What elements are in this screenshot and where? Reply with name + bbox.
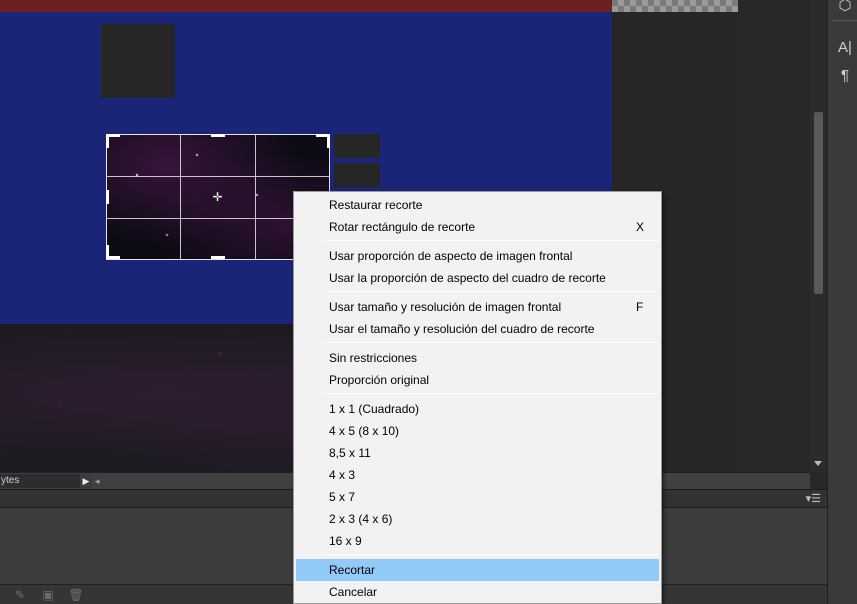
collapsed-panel-dock: ⬡ A| ¶	[827, 0, 857, 604]
vertical-scrollbar[interactable]	[810, 0, 827, 472]
menu-shortcut: X	[636, 220, 645, 234]
crop-grid-line	[255, 135, 256, 259]
menu-item-proporcion-cuadro-recorte[interactable]: Usar la proporción de aspecto del cuadro…	[296, 267, 659, 289]
menu-item-label: 1 x 1 (Cuadrado)	[329, 402, 420, 416]
menu-item-16x9[interactable]: 16 x 9	[296, 530, 659, 552]
character-icon[interactable]: A|	[834, 38, 856, 58]
menu-item-label: 2 x 3 (4 x 6)	[329, 512, 393, 526]
3d-cube-icon[interactable]: ⬡	[834, 0, 856, 16]
arrow-left-icon[interactable]: ◂	[95, 474, 100, 488]
menu-item-proporcion-imagen-frontal[interactable]: Usar proporción de aspecto de imagen fro…	[296, 245, 659, 267]
menu-item-tamano-imagen-frontal[interactable]: Usar tamaño y resolución de imagen front…	[296, 296, 659, 318]
dock-divider	[832, 20, 857, 21]
brush-icon[interactable]: ✎	[12, 588, 28, 602]
menu-item-label: Proporción original	[329, 373, 430, 387]
menu-item-rotar-rectangulo[interactable]: Rotar rectángulo de recorte X	[296, 216, 659, 238]
panel-menu-icon[interactable]: ▾☰	[806, 492, 821, 506]
placeholder-block-small-1	[334, 134, 380, 158]
menu-separator	[325, 342, 658, 343]
play-right-icon[interactable]: ▶	[80, 474, 92, 488]
crop-context-menu: Restaurar recorte Rotar rectángulo de re…	[293, 191, 662, 604]
document-size-info[interactable]: ytes	[0, 474, 80, 488]
crop-handle-top-right-v[interactable]	[327, 134, 330, 148]
transparency-checker	[612, 0, 738, 12]
menu-separator	[325, 554, 658, 555]
crop-handle-left[interactable]	[106, 190, 109, 204]
menu-item-cancelar[interactable]: Cancelar	[296, 581, 659, 603]
menu-item-5x7[interactable]: 5 x 7	[296, 486, 659, 508]
placeholder-block	[101, 24, 175, 98]
menu-item-restaurar-recorte[interactable]: Restaurar recorte	[296, 194, 659, 216]
menu-item-label: Restaurar recorte	[329, 198, 423, 212]
menu-item-8-5x11[interactable]: 8,5 x 11	[296, 442, 659, 464]
menu-item-label: 8,5 x 11	[329, 446, 371, 460]
menu-item-1x1[interactable]: 1 x 1 (Cuadrado)	[296, 398, 659, 420]
menu-item-label: 4 x 5 (8 x 10)	[329, 424, 400, 438]
menu-shortcut: F	[636, 300, 644, 314]
photoshop-window: ✛ ⬡ A| ¶ ytes ▶ ◂ ▾☰ ✎ ▣ 🗑 Restaurar rec…	[0, 0, 857, 604]
menu-item-label: Usar tamaño y resolución de imagen front…	[329, 300, 562, 314]
menu-item-4x3[interactable]: 4 x 3	[296, 464, 659, 486]
menu-separator	[325, 291, 658, 292]
trash-icon[interactable]: 🗑	[68, 588, 84, 602]
menu-item-label: 16 x 9	[329, 534, 362, 548]
menu-item-proporcion-original[interactable]: Proporción original	[296, 369, 659, 391]
scrollbar-thumb[interactable]	[814, 112, 823, 294]
menu-item-label: Cancelar	[329, 585, 378, 599]
menu-item-label: 5 x 7	[329, 490, 356, 504]
menu-item-label: Rotar rectángulo de recorte	[329, 220, 476, 234]
menu-item-label: Sin restricciones	[329, 351, 418, 365]
menu-item-tamano-cuadro-recorte[interactable]: Usar el tamaño y resolución del cuadro d…	[296, 318, 659, 340]
paragraph-icon[interactable]: ¶	[834, 66, 856, 86]
crop-handle-bottom-left-v[interactable]	[106, 245, 109, 259]
scroll-down-icon[interactable]	[814, 461, 822, 466]
crop-handle-top-left-v[interactable]	[106, 134, 109, 148]
crop-grid-line	[107, 176, 329, 177]
menu-item-2x3[interactable]: 2 x 3 (4 x 6)	[296, 508, 659, 530]
menu-item-recortar[interactable]: Recortar	[296, 559, 659, 581]
menu-separator	[325, 240, 658, 241]
menu-separator	[325, 393, 658, 394]
menu-item-label: Usar la proporción de aspecto del cuadro…	[329, 271, 606, 285]
crop-grid-line	[180, 135, 181, 259]
crop-handle-top[interactable]	[211, 134, 225, 137]
menu-item-4x5[interactable]: 4 x 5 (8 x 10)	[296, 420, 659, 442]
placeholder-block-small-2	[334, 163, 380, 187]
new-layer-icon[interactable]: ▣	[40, 588, 56, 602]
red-header-strip	[0, 0, 612, 12]
menu-item-label: Recortar	[329, 563, 376, 577]
crop-handle-bottom[interactable]	[211, 256, 225, 259]
menu-item-label: Usar el tamaño y resolución del cuadro d…	[329, 322, 595, 336]
menu-item-label: 4 x 3	[329, 468, 356, 482]
crosshair-icon: ✛	[212, 190, 223, 204]
menu-item-label: Usar proporción de aspecto de imagen fro…	[329, 249, 573, 263]
menu-item-sin-restricciones[interactable]: Sin restricciones	[296, 347, 659, 369]
